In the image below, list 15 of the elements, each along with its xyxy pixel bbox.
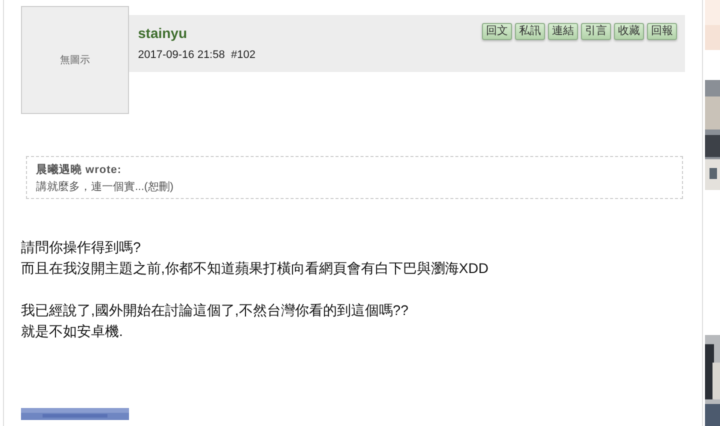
quote-text: 講就麼多，連一個實...(恕刪) (36, 180, 174, 194)
post-text: 我已經說了,國外開始在討論這個了,不然台灣你看的到這個嗎?? (21, 301, 410, 320)
action-button[interactable]: 收藏 (614, 23, 644, 40)
post-text: 就是不如安卓機. (21, 322, 124, 341)
quote-author: 晨曦遇曉 wrote: (36, 162, 123, 177)
username[interactable]: stainyu (138, 25, 256, 41)
action-button[interactable]: 引言 (581, 23, 611, 40)
action-button[interactable]: 私訊 (515, 23, 545, 40)
action-button[interactable]: 回文 (482, 23, 512, 40)
action-button[interactable]: 連結 (548, 23, 578, 40)
post-meta: 2017-09-16 21:58 #102 (138, 49, 256, 61)
avatar-caption: 無圖示 (60, 54, 90, 67)
action-button[interactable]: 回報 (647, 23, 677, 40)
post-text: 請問你操作得到嗎? (21, 238, 142, 257)
post-text: 而且在我沒開主題之前,你都不知道蘋果打橫向看網頁會有白下巴與瀏海XDD (21, 259, 490, 278)
